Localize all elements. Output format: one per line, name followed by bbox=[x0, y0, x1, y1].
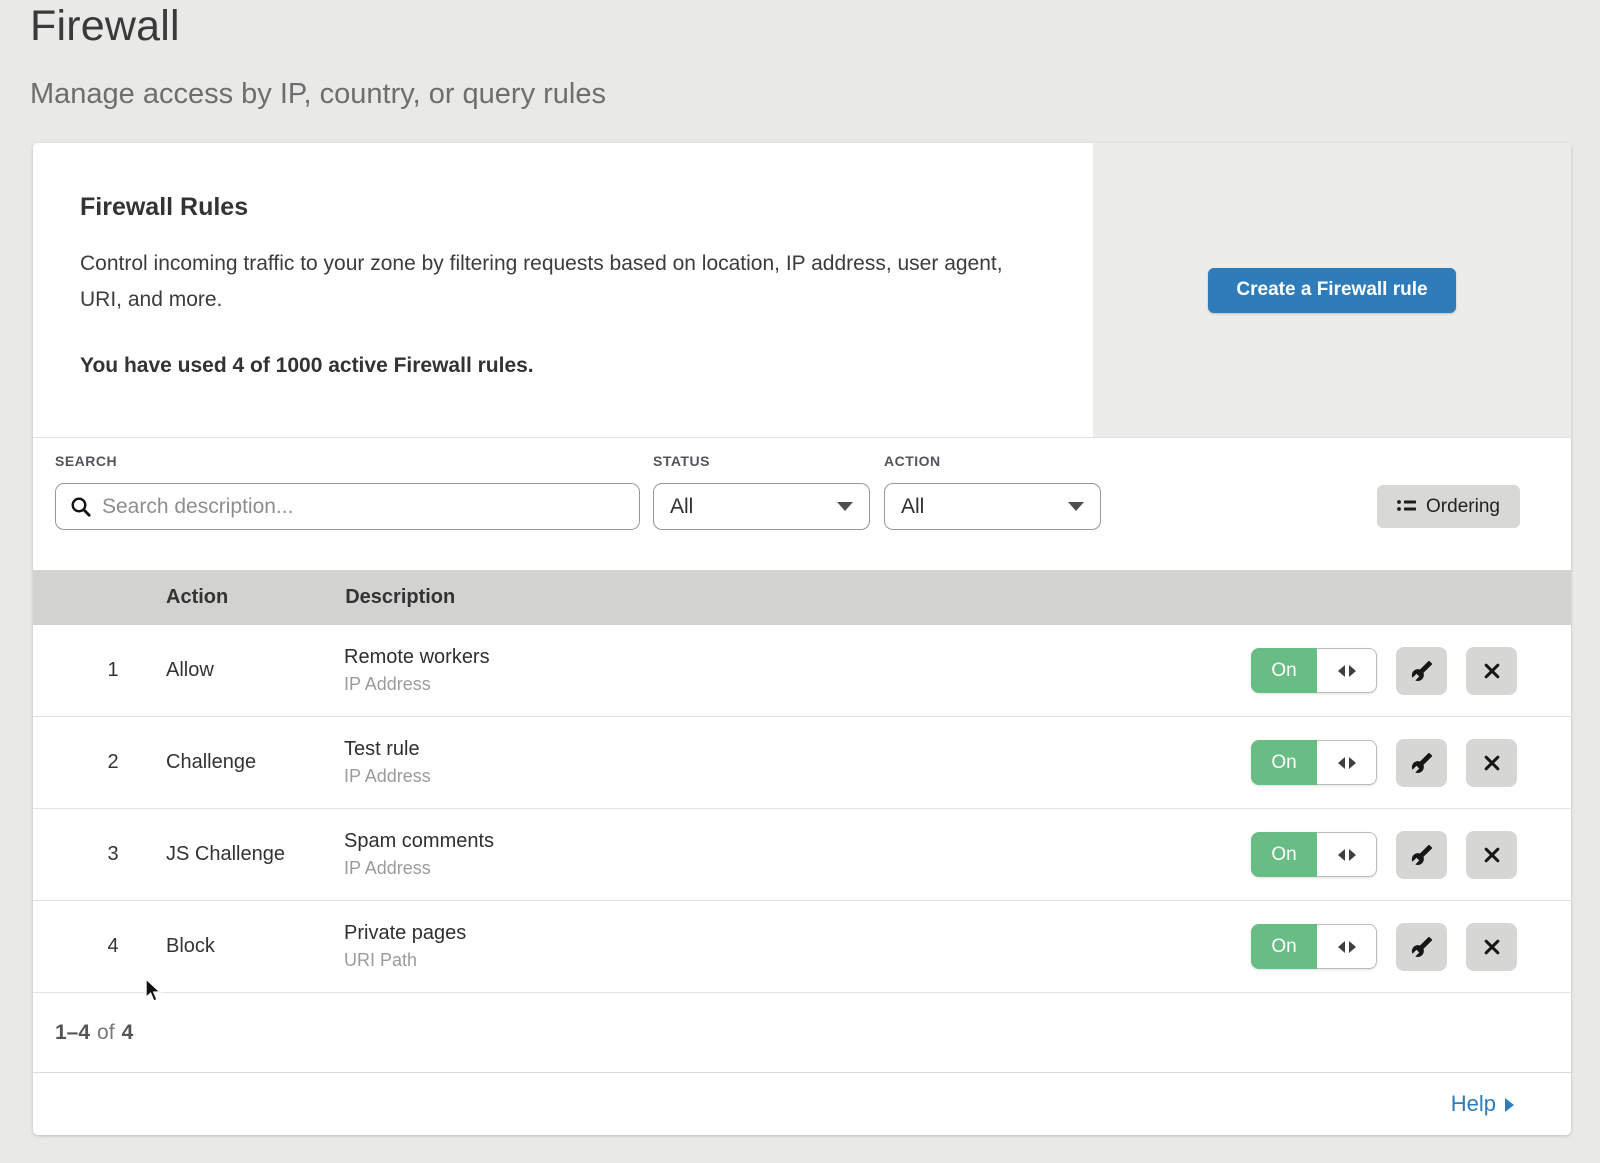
rule-action: Allow bbox=[166, 659, 344, 682]
column-header-description: Description bbox=[345, 586, 455, 609]
help-link[interactable]: Help bbox=[1451, 1091, 1514, 1117]
overview-description: Control incoming traffic to your zone by… bbox=[80, 246, 1025, 318]
rule-row: 4 Block Private pages URI Path On bbox=[33, 901, 1571, 993]
filters-section: SEARCH STATUS All ACTION All Orde bbox=[33, 437, 1571, 570]
toggle-on-label[interactable]: On bbox=[1251, 740, 1317, 785]
rule-row: 3 JS Challenge Spam comments IP Address … bbox=[33, 809, 1571, 901]
status-label: STATUS bbox=[653, 453, 710, 469]
overview-text: Firewall Rules Control incoming traffic … bbox=[33, 143, 1033, 378]
rule-enabled-toggle[interactable]: On bbox=[1251, 924, 1377, 969]
page-subtitle: Manage access by IP, country, or query r… bbox=[30, 78, 606, 111]
rules-usage-text: You have used 4 of 1000 active Firewall … bbox=[80, 354, 1033, 378]
ordered-list-icon bbox=[1397, 499, 1416, 515]
status-select[interactable]: All bbox=[653, 483, 870, 530]
rule-enabled-toggle[interactable]: On bbox=[1251, 832, 1377, 877]
edit-rule-button[interactable] bbox=[1396, 831, 1447, 879]
rule-controls: On bbox=[1251, 809, 1517, 900]
rule-priority: 4 bbox=[93, 935, 133, 958]
rule-action: JS Challenge bbox=[166, 843, 344, 866]
pagination-total: 4 bbox=[122, 1021, 134, 1045]
table-header: Action Description bbox=[33, 570, 1571, 625]
action-label: ACTION bbox=[884, 453, 941, 469]
edit-rule-button[interactable] bbox=[1396, 923, 1447, 971]
wrench-icon bbox=[1411, 660, 1433, 682]
search-label: SEARCH bbox=[55, 453, 117, 469]
wrench-icon bbox=[1411, 752, 1433, 774]
close-icon bbox=[1482, 845, 1502, 865]
chevron-down-icon bbox=[837, 502, 853, 511]
status-selected-value: All bbox=[670, 495, 693, 519]
ordering-button[interactable]: Ordering bbox=[1377, 485, 1520, 528]
search-icon bbox=[70, 496, 92, 518]
pagination-range: 1–4 bbox=[55, 1021, 90, 1045]
rule-action: Block bbox=[166, 935, 344, 958]
rule-controls: On bbox=[1251, 625, 1517, 716]
rule-controls: On bbox=[1251, 901, 1517, 992]
toggle-arrows-icon[interactable] bbox=[1317, 832, 1377, 877]
action-select[interactable]: All bbox=[884, 483, 1101, 530]
close-icon bbox=[1482, 753, 1502, 773]
card-footer: Help bbox=[33, 1073, 1571, 1134]
page-title: Firewall bbox=[30, 2, 180, 51]
rule-row: 2 Challenge Test rule IP Address On bbox=[33, 717, 1571, 809]
edit-rule-button[interactable] bbox=[1396, 647, 1447, 695]
search-input-wrapper[interactable] bbox=[55, 483, 640, 530]
ordering-button-label: Ordering bbox=[1426, 496, 1500, 518]
rule-priority: 3 bbox=[93, 843, 133, 866]
toggle-on-label[interactable]: On bbox=[1251, 648, 1317, 693]
pagination-of: of bbox=[97, 1021, 115, 1045]
toggle-on-label[interactable]: On bbox=[1251, 924, 1317, 969]
rule-controls: On bbox=[1251, 717, 1517, 808]
chevron-down-icon bbox=[1068, 502, 1084, 511]
rule-row: 1 Allow Remote workers IP Address On bbox=[33, 625, 1571, 717]
overview-heading: Firewall Rules bbox=[80, 193, 1033, 222]
firewall-rules-card: Firewall Rules Control incoming traffic … bbox=[33, 143, 1571, 1135]
action-selected-value: All bbox=[901, 495, 924, 519]
create-rule-panel: Create a Firewall rule bbox=[1093, 143, 1571, 437]
help-link-label: Help bbox=[1451, 1091, 1496, 1117]
delete-rule-button[interactable] bbox=[1466, 923, 1517, 971]
overview-section: Firewall Rules Control incoming traffic … bbox=[33, 143, 1571, 437]
edit-rule-button[interactable] bbox=[1396, 739, 1447, 787]
delete-rule-button[interactable] bbox=[1466, 831, 1517, 879]
chevron-right-icon bbox=[1505, 1098, 1514, 1112]
column-header-action: Action bbox=[166, 586, 228, 609]
toggle-on-label[interactable]: On bbox=[1251, 832, 1317, 877]
search-input[interactable] bbox=[102, 495, 625, 519]
close-icon bbox=[1482, 661, 1502, 681]
create-firewall-rule-button[interactable]: Create a Firewall rule bbox=[1208, 268, 1456, 313]
rule-enabled-toggle[interactable]: On bbox=[1251, 648, 1377, 693]
wrench-icon bbox=[1411, 936, 1433, 958]
close-icon bbox=[1482, 937, 1502, 957]
rule-enabled-toggle[interactable]: On bbox=[1251, 740, 1377, 785]
rule-priority: 2 bbox=[93, 751, 133, 774]
toggle-arrows-icon[interactable] bbox=[1317, 924, 1377, 969]
toggle-arrows-icon[interactable] bbox=[1317, 648, 1377, 693]
wrench-icon bbox=[1411, 844, 1433, 866]
rule-action: Challenge bbox=[166, 751, 344, 774]
rule-priority: 1 bbox=[93, 659, 133, 682]
delete-rule-button[interactable] bbox=[1466, 739, 1517, 787]
toggle-arrows-icon[interactable] bbox=[1317, 740, 1377, 785]
delete-rule-button[interactable] bbox=[1466, 647, 1517, 695]
pagination: 1–4 of 4 bbox=[33, 993, 1571, 1073]
